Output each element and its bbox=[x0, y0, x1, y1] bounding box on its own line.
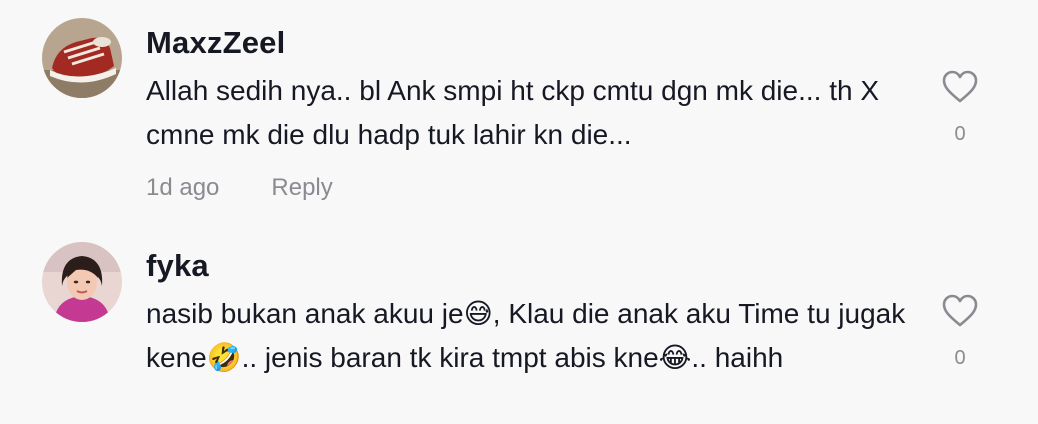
avatar[interactable] bbox=[42, 242, 122, 322]
like-count: 0 bbox=[954, 123, 966, 145]
username[interactable]: MaxzZeel bbox=[146, 25, 285, 61]
comment-meta: 1d ago Reply bbox=[146, 174, 333, 202]
heart-outline-icon[interactable] bbox=[941, 294, 979, 332]
comment-item: fyka nasib bukan anak akuu je😅, Klau die… bbox=[0, 230, 1038, 424]
like-button[interactable]: 0 bbox=[936, 294, 984, 370]
comment-text: Allah sedih nya.. bl Ank smpi ht ckp cmt… bbox=[146, 75, 880, 150]
avatar[interactable] bbox=[42, 18, 122, 98]
timestamp: 1d ago bbox=[146, 174, 220, 201]
reply-button[interactable]: Reply bbox=[271, 174, 332, 201]
comment-item: MaxzZeel Allah sedih nya.. bl Ank smpi h… bbox=[0, 0, 1038, 230]
like-button[interactable]: 0 bbox=[936, 70, 984, 146]
comment-text: nasib bukan anak akuu je😅, Klau die anak… bbox=[146, 298, 906, 373]
like-count: 0 bbox=[954, 347, 966, 369]
heart-outline-icon[interactable] bbox=[941, 70, 979, 108]
username[interactable]: fyka bbox=[146, 248, 209, 284]
